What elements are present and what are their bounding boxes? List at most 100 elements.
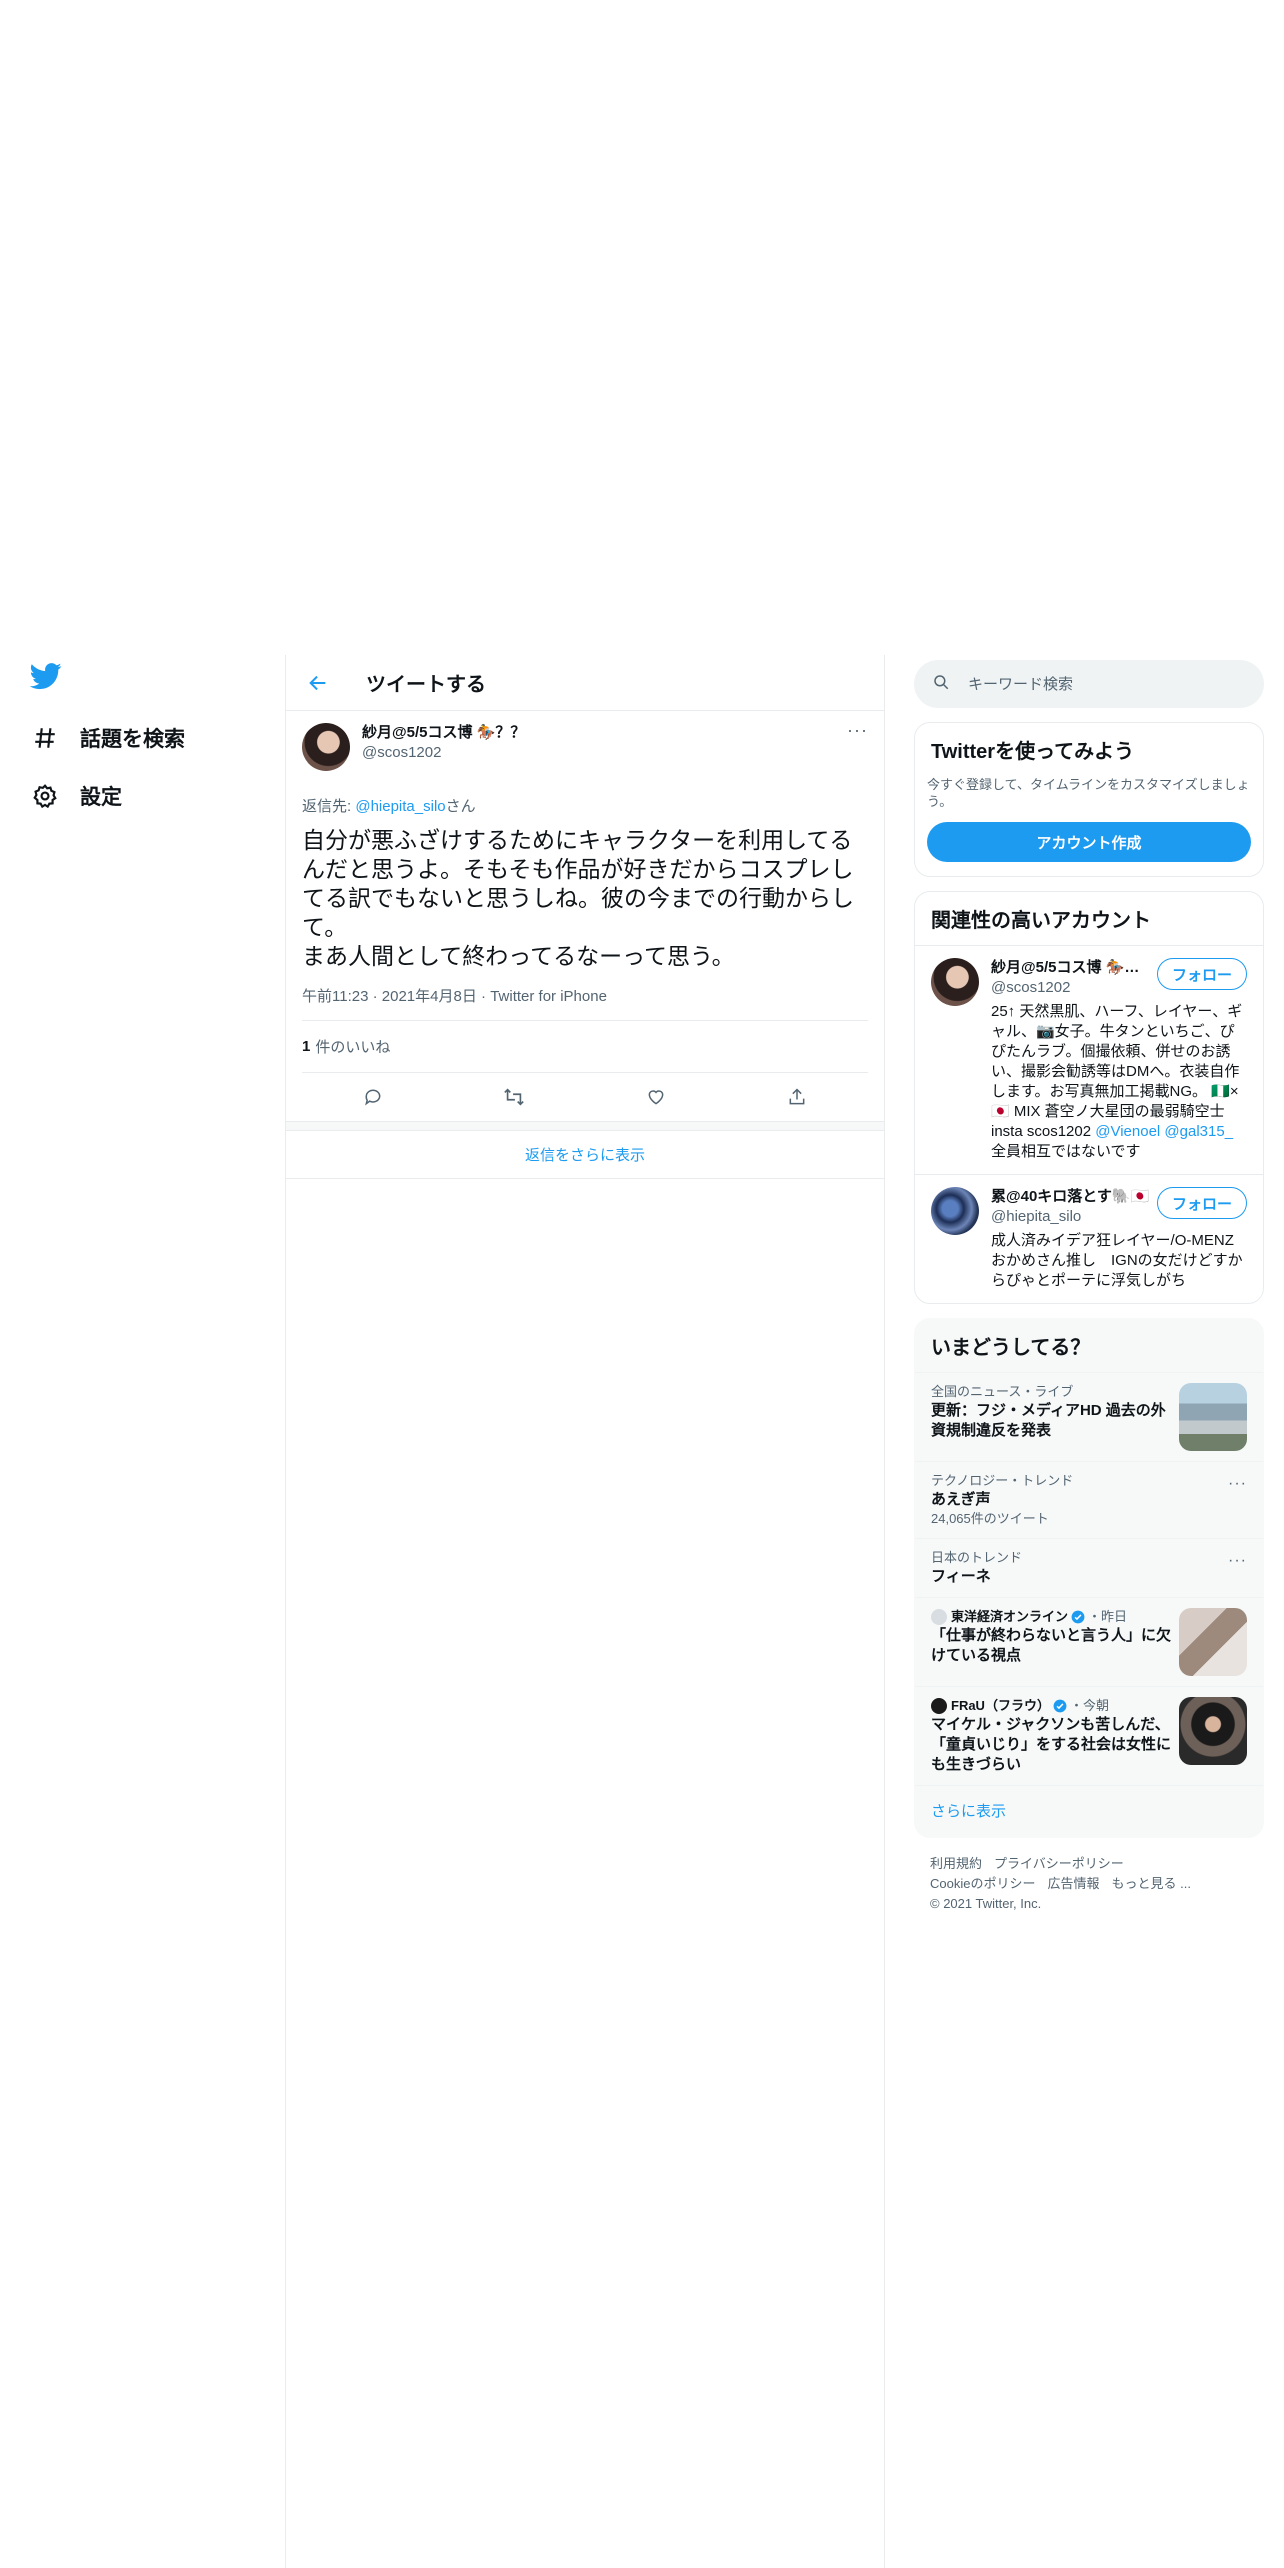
source-logo-icon: [931, 1609, 947, 1625]
account-bio-tail: 全員相互ではないです: [991, 1143, 1141, 1160]
nav-label-settings: 設定: [80, 786, 122, 809]
left-nav: 話題を検索 設定: [29, 660, 260, 834]
trend-title: 更新：フジ・メディアHD 過去の外資規制違反を発表: [931, 1402, 1166, 1439]
tweet-actions: [302, 1073, 868, 1121]
more-options-icon[interactable]: ···: [847, 721, 868, 739]
like-heart-icon[interactable]: [639, 1080, 673, 1114]
hashtag-icon: [30, 723, 60, 753]
nav-item-explore[interactable]: 話題を検索: [30, 718, 260, 758]
signup-card: Twitterを使ってみよう 今すぐ登録して、タイムラインをカスタマイズしましょ…: [914, 722, 1264, 877]
source-time: ・今朝: [1069, 1698, 1109, 1713]
bio-mention-link[interactable]: @gal315_: [1164, 1123, 1233, 1140]
tweet-source[interactable]: Twitter for iPhone: [490, 988, 607, 1005]
account-top-row: 累@40キロ落とす🐘🇯🇵 @hiepita_silo フォロー: [991, 1187, 1247, 1227]
show-more-replies-link[interactable]: 返信をさらに表示: [286, 1131, 884, 1179]
reply-suffix: さん: [445, 798, 476, 815]
source-time: ・昨日: [1088, 1609, 1128, 1624]
bio-mention-link[interactable]: @Vienoel: [1095, 1123, 1160, 1140]
footer-terms-link[interactable]: 利用規約: [930, 1856, 982, 1871]
create-account-button[interactable]: アカウント作成: [927, 822, 1251, 862]
reply-to-line: 返信先: @hiepita_siloさん: [302, 795, 868, 816]
account-cell[interactable]: 紗月@5/5コス博 🏇… @scos1202 フォロー 25↑ 天然黒肌、ハーフ…: [915, 945, 1263, 1174]
search-box[interactable]: [914, 660, 1264, 708]
account-bio: 25↑ 天然黒肌、ハーフ、レイヤー、ギャル、📷女子。牛タンといちご、ぴぴたんラブ…: [991, 1002, 1247, 1162]
tweet-meta: 午前11:23 · 2021年4月8日 · Twitter for iPhone: [302, 985, 868, 1021]
trend-thumbnail: [1179, 1383, 1247, 1451]
author-handle[interactable]: @scos1202: [362, 743, 847, 763]
account-cell[interactable]: 累@40キロ落とす🐘🇯🇵 @hiepita_silo フォロー 成人済みイデア狂…: [915, 1174, 1263, 1303]
avatar[interactable]: [931, 1187, 979, 1235]
source-logo-icon: [931, 1698, 947, 1714]
follow-button[interactable]: フォロー: [1156, 1187, 1247, 1219]
account-bio-text: 25↑ 天然黒肌、ハーフ、レイヤー、ギャル、📷女子。牛タンといちご、ぴぴたんラブ…: [991, 1003, 1243, 1140]
trend-source-line: 東洋経済オンライン ・昨日: [931, 1608, 1171, 1626]
related-accounts-title: 関連性の高いアカウント: [931, 910, 1151, 932]
follow-button[interactable]: フォロー: [1156, 958, 1247, 990]
trend-title: 「仕事が終わらないと言う人」に欠けている視点: [931, 1627, 1172, 1664]
source-name: 東洋経済オンライン: [951, 1609, 1069, 1624]
trend-item[interactable]: 日本のトレンド フィーネ ···: [915, 1538, 1263, 1597]
tweet-author: 紗月@5/5コス博 🏇？？ @scos1202: [362, 723, 847, 763]
account-names: 紗月@5/5コス博 🏇… @scos1202: [991, 958, 1157, 998]
trend-item[interactable]: テクノロジー・トレンド あえぎ声 24,065件のツイート ···: [915, 1461, 1263, 1538]
divider: [286, 1121, 884, 1131]
signup-title: Twitterを使ってみよう: [931, 741, 1135, 763]
trend-main: テクノロジー・トレンド あえぎ声 24,065件のツイート: [931, 1472, 1228, 1528]
verified-badge-icon: [1071, 1610, 1085, 1624]
related-accounts-card: 関連性の高いアカウント 紗月@5/5コス博 🏇… @scos1202 フォロー …: [914, 891, 1264, 1304]
like-count: 1: [302, 1038, 311, 1055]
trend-context: 全国のニュース・ライブ: [931, 1384, 1074, 1399]
account-top-row: 紗月@5/5コス博 🏇… @scos1202 フォロー: [991, 958, 1247, 998]
account-handle[interactable]: @hiepita_silo: [991, 1207, 1157, 1227]
footer-ads-link[interactable]: 広告情報: [1047, 1876, 1099, 1891]
author-name[interactable]: 紗月@5/5コス博 🏇？？: [362, 723, 847, 743]
tweet-header: 紗月@5/5コス博 🏇？？ @scos1202 ···: [302, 721, 868, 777]
search-input[interactable]: [968, 675, 1218, 693]
tweet: 紗月@5/5コス博 🏇？？ @scos1202 ··· 返信先: @hiepit…: [286, 711, 884, 1121]
reply-icon[interactable]: [356, 1080, 390, 1114]
twitter-logo-icon[interactable]: [29, 660, 64, 694]
trends-title: いまどうしてる？: [931, 1337, 1091, 1359]
tweet-text: 自分が悪ふざけするためにキャラクターを利用してるんだと思うよ。そもそも作品が好き…: [302, 827, 854, 969]
trend-tweet-count: 24,065件のツイート: [931, 1511, 1049, 1526]
account-names: 累@40キロ落とす🐘🇯🇵 @hiepita_silo: [991, 1187, 1157, 1227]
trend-main: 東洋経済オンライン ・昨日 「仕事が終わらないと言う人」に欠けている視点: [931, 1608, 1179, 1676]
signup-description: 今すぐ登録して、タイムラインをカスタマイズしましょう。: [927, 777, 1250, 809]
trend-source-line: FRaU（フラウ） ・今朝: [931, 1697, 1171, 1715]
nav-item-settings[interactable]: 設定: [30, 776, 260, 816]
right-sidebar: Twitterを使ってみよう 今すぐ登録して、タイムラインをカスタマイズしましょ…: [914, 660, 1264, 1930]
footer: 利用規約 プライバシーポリシー Cookieのポリシー 広告情報 もっと見る ... …: [914, 1838, 1264, 1930]
tweet-time[interactable]: 午前11:23: [302, 988, 368, 1005]
trend-item[interactable]: 東洋経済オンライン ・昨日 「仕事が終わらないと言う人」に欠けている視点: [915, 1597, 1263, 1686]
trend-item[interactable]: 全国のニュース・ライブ 更新：フジ・メディアHD 過去の外資規制違反を発表: [915, 1372, 1263, 1461]
trend-item[interactable]: FRaU（フラウ） ・今朝 マイケル・ジャクソンも苦しんだ、「童貞いじり」をする…: [915, 1686, 1263, 1785]
more-options-icon[interactable]: ···: [1228, 1549, 1247, 1587]
account-name[interactable]: 累@40キロ落とす🐘🇯🇵: [991, 1187, 1157, 1207]
trends-card: いまどうしてる？ 全国のニュース・ライブ 更新：フジ・メディアHD 過去の外資規…: [914, 1318, 1264, 1838]
trend-title: フィーネ: [931, 1568, 991, 1585]
footer-more-link[interactable]: もっと見る ...: [1111, 1876, 1190, 1891]
nav-label-explore: 話題を検索: [80, 728, 185, 751]
footer-cookies-link[interactable]: Cookieのポリシー: [930, 1876, 1035, 1891]
likes-row[interactable]: 1 件のいいね: [302, 1021, 868, 1073]
trend-thumbnail: [1179, 1608, 1247, 1676]
avatar[interactable]: [931, 958, 979, 1006]
share-icon[interactable]: [780, 1080, 814, 1114]
footer-copyright: © 2021 Twitter, Inc.: [930, 1896, 1042, 1911]
source-name: FRaU（フラウ）: [951, 1698, 1050, 1713]
tweet-date[interactable]: 2021年4月8日: [382, 988, 477, 1005]
footer-links-row-2: Cookieのポリシー 広告情報 もっと見る ...: [930, 1874, 1248, 1894]
back-arrow-icon[interactable]: [304, 669, 332, 697]
account-name[interactable]: 紗月@5/5コス博 🏇…: [991, 958, 1157, 978]
like-label: 件のいいね: [315, 1039, 391, 1056]
trends-show-more-link[interactable]: さらに表示: [915, 1785, 1263, 1837]
reply-mention-link[interactable]: @hiepita_silo: [355, 798, 445, 815]
search-icon: [932, 673, 950, 696]
avatar[interactable]: [302, 723, 350, 771]
page-title: ツイートする: [366, 674, 486, 696]
footer-privacy-link[interactable]: プライバシーポリシー: [994, 1856, 1124, 1871]
retweet-icon[interactable]: [497, 1080, 531, 1114]
account-handle[interactable]: @scos1202: [991, 978, 1157, 998]
main-column: ツイートする 紗月@5/5コス博 🏇？？ @scos1202 ··· 返信先: …: [285, 655, 885, 2568]
more-options-icon[interactable]: ···: [1228, 1472, 1247, 1528]
